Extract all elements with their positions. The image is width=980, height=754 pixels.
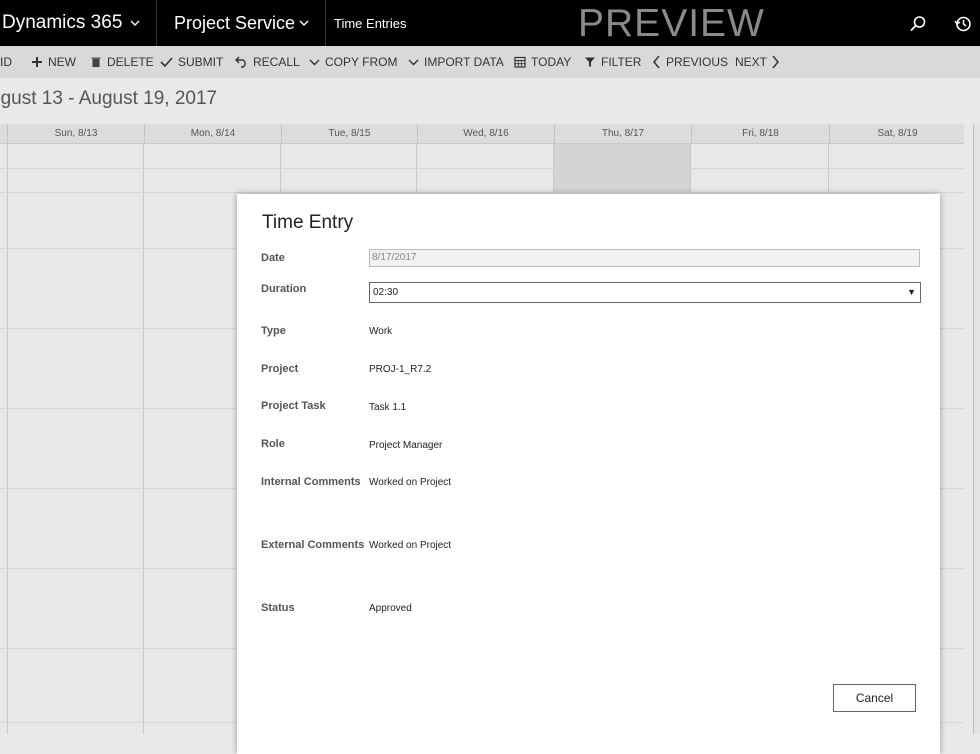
- chevron-down-icon: [408, 59, 419, 66]
- top-navigation-bar: Dynamics 365 Project Service Time Entrie…: [0, 0, 980, 46]
- day-header-fri[interactable]: Fri, 8/18: [691, 124, 829, 143]
- day-header-tue[interactable]: Tue, 8/15: [281, 124, 417, 143]
- chevron-down-icon: [309, 59, 320, 66]
- area-switcher[interactable]: Project Service: [157, 0, 326, 46]
- internal-comments-value: Worked on Project: [369, 477, 452, 488]
- cancel-button[interactable]: Cancel: [833, 684, 916, 712]
- filter-icon: [585, 57, 595, 67]
- submit-button-label: SUBMIT: [178, 55, 224, 69]
- date-field: 8/17/2017: [369, 249, 920, 267]
- grid-line: [143, 144, 144, 734]
- filter-button-label: FILTER: [601, 55, 642, 69]
- date-range-title: ugust 13 - August 19, 2017: [0, 88, 218, 109]
- app-switcher[interactable]: Dynamics 365: [0, 0, 157, 46]
- grid-line: [7, 144, 8, 734]
- day-header-mon[interactable]: Mon, 8/14: [144, 124, 281, 143]
- preview-banner: PREVIEW: [578, 2, 765, 45]
- project-value: PROJ-1_R7.2: [369, 364, 432, 375]
- day-header-wed[interactable]: Wed, 8/16: [417, 124, 554, 143]
- type-value: Work: [369, 326, 393, 337]
- filter-button[interactable]: FILTER: [584, 46, 641, 78]
- import-data-button[interactable]: IMPORT DATA: [408, 46, 504, 78]
- previous-button-label: PREVIOUS: [666, 55, 729, 69]
- duration-value: 02:30: [373, 287, 399, 298]
- trash-icon: [91, 57, 101, 67]
- import-data-button-label: IMPORT DATA: [424, 55, 504, 69]
- external-comments-label: External Comments: [261, 539, 365, 551]
- project-label: Project: [261, 363, 299, 375]
- day-header-sat[interactable]: Sat, 8/19: [829, 124, 965, 143]
- recall-button[interactable]: RECALL: [235, 46, 300, 78]
- duration-label: Duration: [261, 283, 307, 295]
- dropdown-arrow-icon: ▼: [907, 287, 916, 297]
- chevron-right-icon: [772, 55, 779, 69]
- project-task-value: Task 1.1: [369, 402, 407, 413]
- search-icon[interactable]: [908, 14, 928, 34]
- area-label: Project Service: [174, 12, 296, 33]
- page-label: Time Entries: [334, 15, 407, 31]
- day-header-sun[interactable]: Sun, 8/13: [7, 124, 144, 143]
- copy-from-button[interactable]: COPY FROM: [309, 46, 397, 78]
- grid-button[interactable]: ID: [0, 46, 12, 78]
- new-button-label: NEW: [48, 55, 76, 69]
- recall-button-label: RECALL: [253, 55, 300, 69]
- status-label: Status: [261, 602, 295, 614]
- time-entry-dialog: Time Entry Date 8/17/2017 Duration 02:30…: [237, 194, 940, 754]
- side-panel-edge[interactable]: [973, 124, 980, 734]
- grid-line: [0, 168, 964, 169]
- dialog-title: Time Entry: [262, 212, 354, 233]
- delete-button[interactable]: DELETE: [90, 46, 154, 78]
- delete-button-label: DELETE: [107, 55, 154, 69]
- submit-button[interactable]: SUBMIT: [160, 46, 223, 78]
- day-header-thu[interactable]: Thu, 8/17: [554, 124, 691, 143]
- next-button-label: NEXT: [735, 55, 768, 69]
- command-bar: ID NEW DELETE SUBMIT RECALL COPY FROM IM…: [0, 46, 980, 78]
- next-button[interactable]: NEXT: [735, 46, 780, 78]
- checkmark-icon: [160, 57, 173, 68]
- calendar-icon: [514, 56, 526, 68]
- date-label: Date: [261, 252, 285, 264]
- today-button-label: TODAY: [531, 55, 572, 69]
- page-breadcrumb[interactable]: Time Entries: [334, 0, 406, 46]
- calendar-header: Sun, 8/13 Mon, 8/14 Tue, 8/15 Wed, 8/16 …: [0, 124, 964, 144]
- new-button[interactable]: NEW: [31, 46, 76, 78]
- internal-comments-label: Internal Comments: [261, 476, 361, 488]
- today-button[interactable]: TODAY: [514, 46, 571, 78]
- role-value: Project Manager: [369, 440, 443, 451]
- project-task-label: Project Task: [261, 400, 326, 412]
- external-comments-value: Worked on Project: [369, 540, 452, 551]
- grid-button-label: ID: [0, 55, 12, 69]
- grid-line: [0, 192, 964, 193]
- previous-button[interactable]: PREVIOUS: [652, 46, 728, 78]
- brand-name: Dynamics 365: [2, 12, 123, 33]
- undo-icon: [235, 56, 246, 68]
- chevron-down-icon: [130, 20, 140, 26]
- history-icon[interactable]: [953, 14, 973, 34]
- type-label: Type: [261, 325, 286, 337]
- copy-from-button-label: COPY FROM: [325, 55, 398, 69]
- chevron-left-icon: [653, 55, 660, 69]
- status-value: Approved: [369, 603, 412, 614]
- plus-icon: [32, 57, 42, 67]
- role-label: Role: [261, 438, 285, 450]
- duration-select[interactable]: 02:30 ▼: [369, 282, 921, 303]
- chevron-down-icon: [299, 20, 309, 26]
